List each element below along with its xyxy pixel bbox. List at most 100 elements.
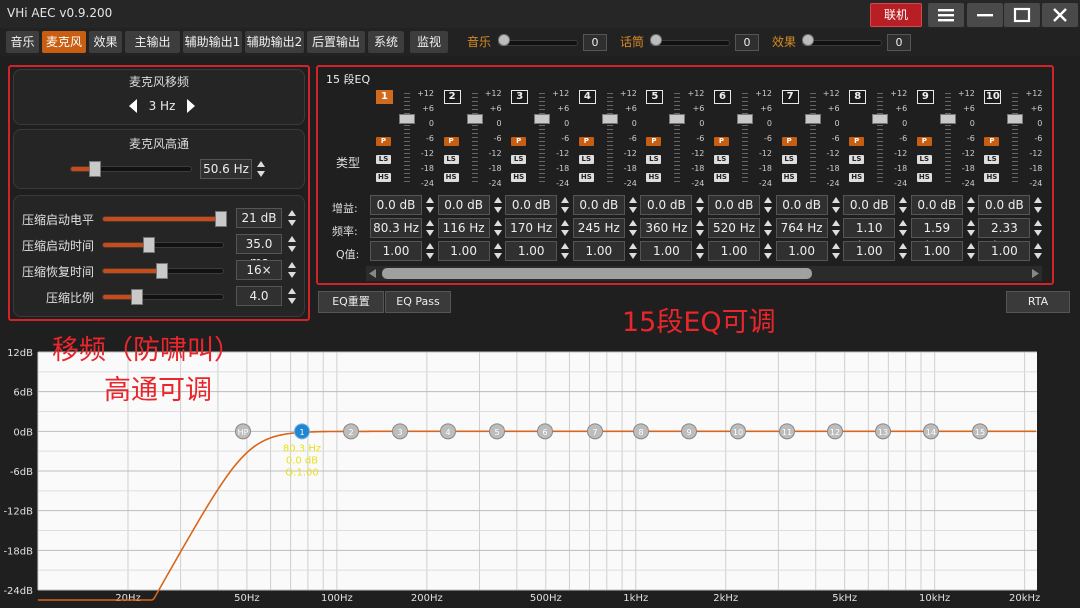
effect-volume-knob[interactable] xyxy=(802,34,814,46)
band-number[interactable]: 4 xyxy=(578,90,596,104)
band-number[interactable]: 8 xyxy=(849,90,867,104)
band-number[interactable]: 2 xyxy=(443,90,461,104)
band-freq-spinner[interactable] xyxy=(763,218,773,238)
band-q-value[interactable]: 1.00 xyxy=(505,241,558,261)
band-gain-slider[interactable] xyxy=(674,93,681,185)
band-freq-value[interactable]: 1.59 kHz xyxy=(910,218,963,253)
slider-knob[interactable] xyxy=(131,289,144,305)
band-number[interactable]: 7 xyxy=(781,90,799,104)
filter-type-lowshelf-button[interactable]: LS xyxy=(849,155,865,164)
comp-release-value[interactable]: 16× xyxy=(236,260,282,280)
band-gain-value[interactable]: 0.0 dB xyxy=(505,195,558,215)
comp-threshold-slider[interactable] xyxy=(102,211,228,227)
effect-volume-value[interactable]: 0 xyxy=(887,34,911,51)
band-gain-slider[interactable] xyxy=(877,93,884,185)
band-freq-spinner[interactable] xyxy=(695,218,705,238)
band-gain-knob[interactable] xyxy=(466,114,483,124)
filter-type-highshelf-button[interactable]: HS xyxy=(714,173,729,182)
tab-system[interactable]: 系统 xyxy=(368,31,404,53)
band-q-value[interactable]: 1.00 xyxy=(437,241,490,261)
tab-main-output[interactable]: 主输出 xyxy=(125,31,180,53)
filter-type-lowshelf-button[interactable]: LS xyxy=(714,155,729,164)
band-freq-value[interactable]: 80.3 Hz xyxy=(370,218,422,238)
band-q-value[interactable]: 1.00 xyxy=(708,241,760,261)
eq-reset-button[interactable]: EQ重置 xyxy=(318,291,384,313)
tab-aux-output-1[interactable]: 辅助输出1 xyxy=(183,31,242,53)
music-volume-knob[interactable] xyxy=(498,34,510,46)
filter-type-highshelf-button[interactable]: HS xyxy=(646,173,662,182)
band-gain-spinner[interactable] xyxy=(425,195,435,215)
comp-ratio-value[interactable]: 4.0 xyxy=(236,286,282,306)
mic-volume-value[interactable]: 0 xyxy=(735,34,759,51)
comp-ratio-slider[interactable] xyxy=(102,289,224,305)
increase-arrow-icon[interactable] xyxy=(186,98,196,114)
filter-type-lowshelf-button[interactable]: LS xyxy=(984,155,1000,164)
band-gain-slider[interactable] xyxy=(944,93,951,185)
scroll-right-icon[interactable] xyxy=(1031,269,1039,278)
band-q-value[interactable]: 1.00 xyxy=(370,241,422,261)
slider-knob[interactable] xyxy=(215,211,228,227)
band-gain-slider[interactable] xyxy=(404,93,410,185)
tab-music[interactable]: 音乐 xyxy=(6,31,39,53)
band-gain-slider[interactable] xyxy=(809,93,816,185)
filter-type-lowshelf-button[interactable]: LS xyxy=(578,155,594,164)
band-q-value[interactable]: 1.00 xyxy=(843,241,896,261)
slider-knob[interactable] xyxy=(143,237,156,253)
band-gain-spinner[interactable] xyxy=(628,195,638,215)
band-gain-slider[interactable] xyxy=(742,93,748,185)
band-freq-value[interactable]: 764 Hz xyxy=(775,218,828,238)
filter-type-highshelf-button[interactable]: HS xyxy=(443,173,459,182)
tab-mic[interactable]: 麦克风 xyxy=(42,31,86,53)
filter-type-peak-button[interactable]: P xyxy=(916,137,932,146)
band-gain-spinner[interactable] xyxy=(493,195,503,215)
band-freq-value[interactable]: 170 Hz xyxy=(505,218,558,238)
filter-type-highshelf-button[interactable]: HS xyxy=(376,173,391,182)
filter-type-peak-button[interactable]: P xyxy=(376,137,391,146)
band-q-spinner[interactable] xyxy=(966,241,976,261)
filter-type-peak-button[interactable]: P xyxy=(849,137,865,146)
comp-release-slider[interactable] xyxy=(102,263,224,279)
band-number[interactable]: 3 xyxy=(511,90,529,104)
band-gain-value[interactable]: 0.0 dB xyxy=(437,195,490,215)
highpass-slider-knob[interactable] xyxy=(89,161,102,177)
band-freq-spinner[interactable] xyxy=(493,218,503,238)
comp-release-spinner[interactable] xyxy=(287,260,297,280)
band-gain-slider[interactable] xyxy=(606,93,613,185)
effect-volume-slider[interactable] xyxy=(802,40,882,46)
menu-button[interactable] xyxy=(928,3,964,27)
band-q-spinner[interactable] xyxy=(831,241,841,261)
filter-type-highshelf-button[interactable]: HS xyxy=(849,173,865,182)
comp-attack-slider[interactable] xyxy=(102,237,224,253)
comp-attack-value[interactable]: 35.0 ms xyxy=(236,234,282,269)
band-gain-spinner[interactable] xyxy=(966,195,976,215)
filter-type-highshelf-button[interactable]: HS xyxy=(781,173,797,182)
band-gain-knob[interactable] xyxy=(1007,114,1024,124)
music-volume-value[interactable]: 0 xyxy=(583,34,607,51)
comp-threshold-value[interactable]: 21 dB xyxy=(236,208,282,228)
close-button[interactable] xyxy=(1042,3,1078,27)
band-gain-knob[interactable] xyxy=(737,114,753,124)
filter-type-highshelf-button[interactable]: HS xyxy=(984,173,1000,182)
highpass-slider[interactable] xyxy=(70,161,192,177)
decrease-arrow-icon[interactable] xyxy=(128,98,138,114)
band-q-value[interactable]: 1.00 xyxy=(572,241,625,261)
band-freq-spinner[interactable] xyxy=(560,218,570,238)
filter-type-lowshelf-button[interactable]: LS xyxy=(646,155,662,164)
band-number[interactable]: 9 xyxy=(916,90,934,104)
rta-button[interactable]: RTA xyxy=(1006,291,1070,313)
tab-aux-output-2[interactable]: 辅助输出2 xyxy=(245,31,304,53)
band-freq-spinner[interactable] xyxy=(628,218,638,238)
filter-type-peak-button[interactable]: P xyxy=(646,137,662,146)
band-number[interactable]: 10 xyxy=(984,90,1002,104)
band-freq-value[interactable]: 2.33 kHz xyxy=(978,218,1031,253)
band-freq-spinner[interactable] xyxy=(831,218,841,238)
band-gain-slider[interactable] xyxy=(1012,93,1019,185)
band-gain-knob[interactable] xyxy=(939,114,956,124)
band-number[interactable]: 5 xyxy=(646,90,664,104)
minimize-button[interactable] xyxy=(967,3,1003,27)
band-gain-value[interactable]: 0.0 dB xyxy=(640,195,693,215)
filter-type-peak-button[interactable]: P xyxy=(443,137,459,146)
band-q-value[interactable]: 1.00 xyxy=(978,241,1031,261)
band-gain-spinner[interactable] xyxy=(831,195,841,215)
band-q-spinner[interactable] xyxy=(628,241,638,261)
